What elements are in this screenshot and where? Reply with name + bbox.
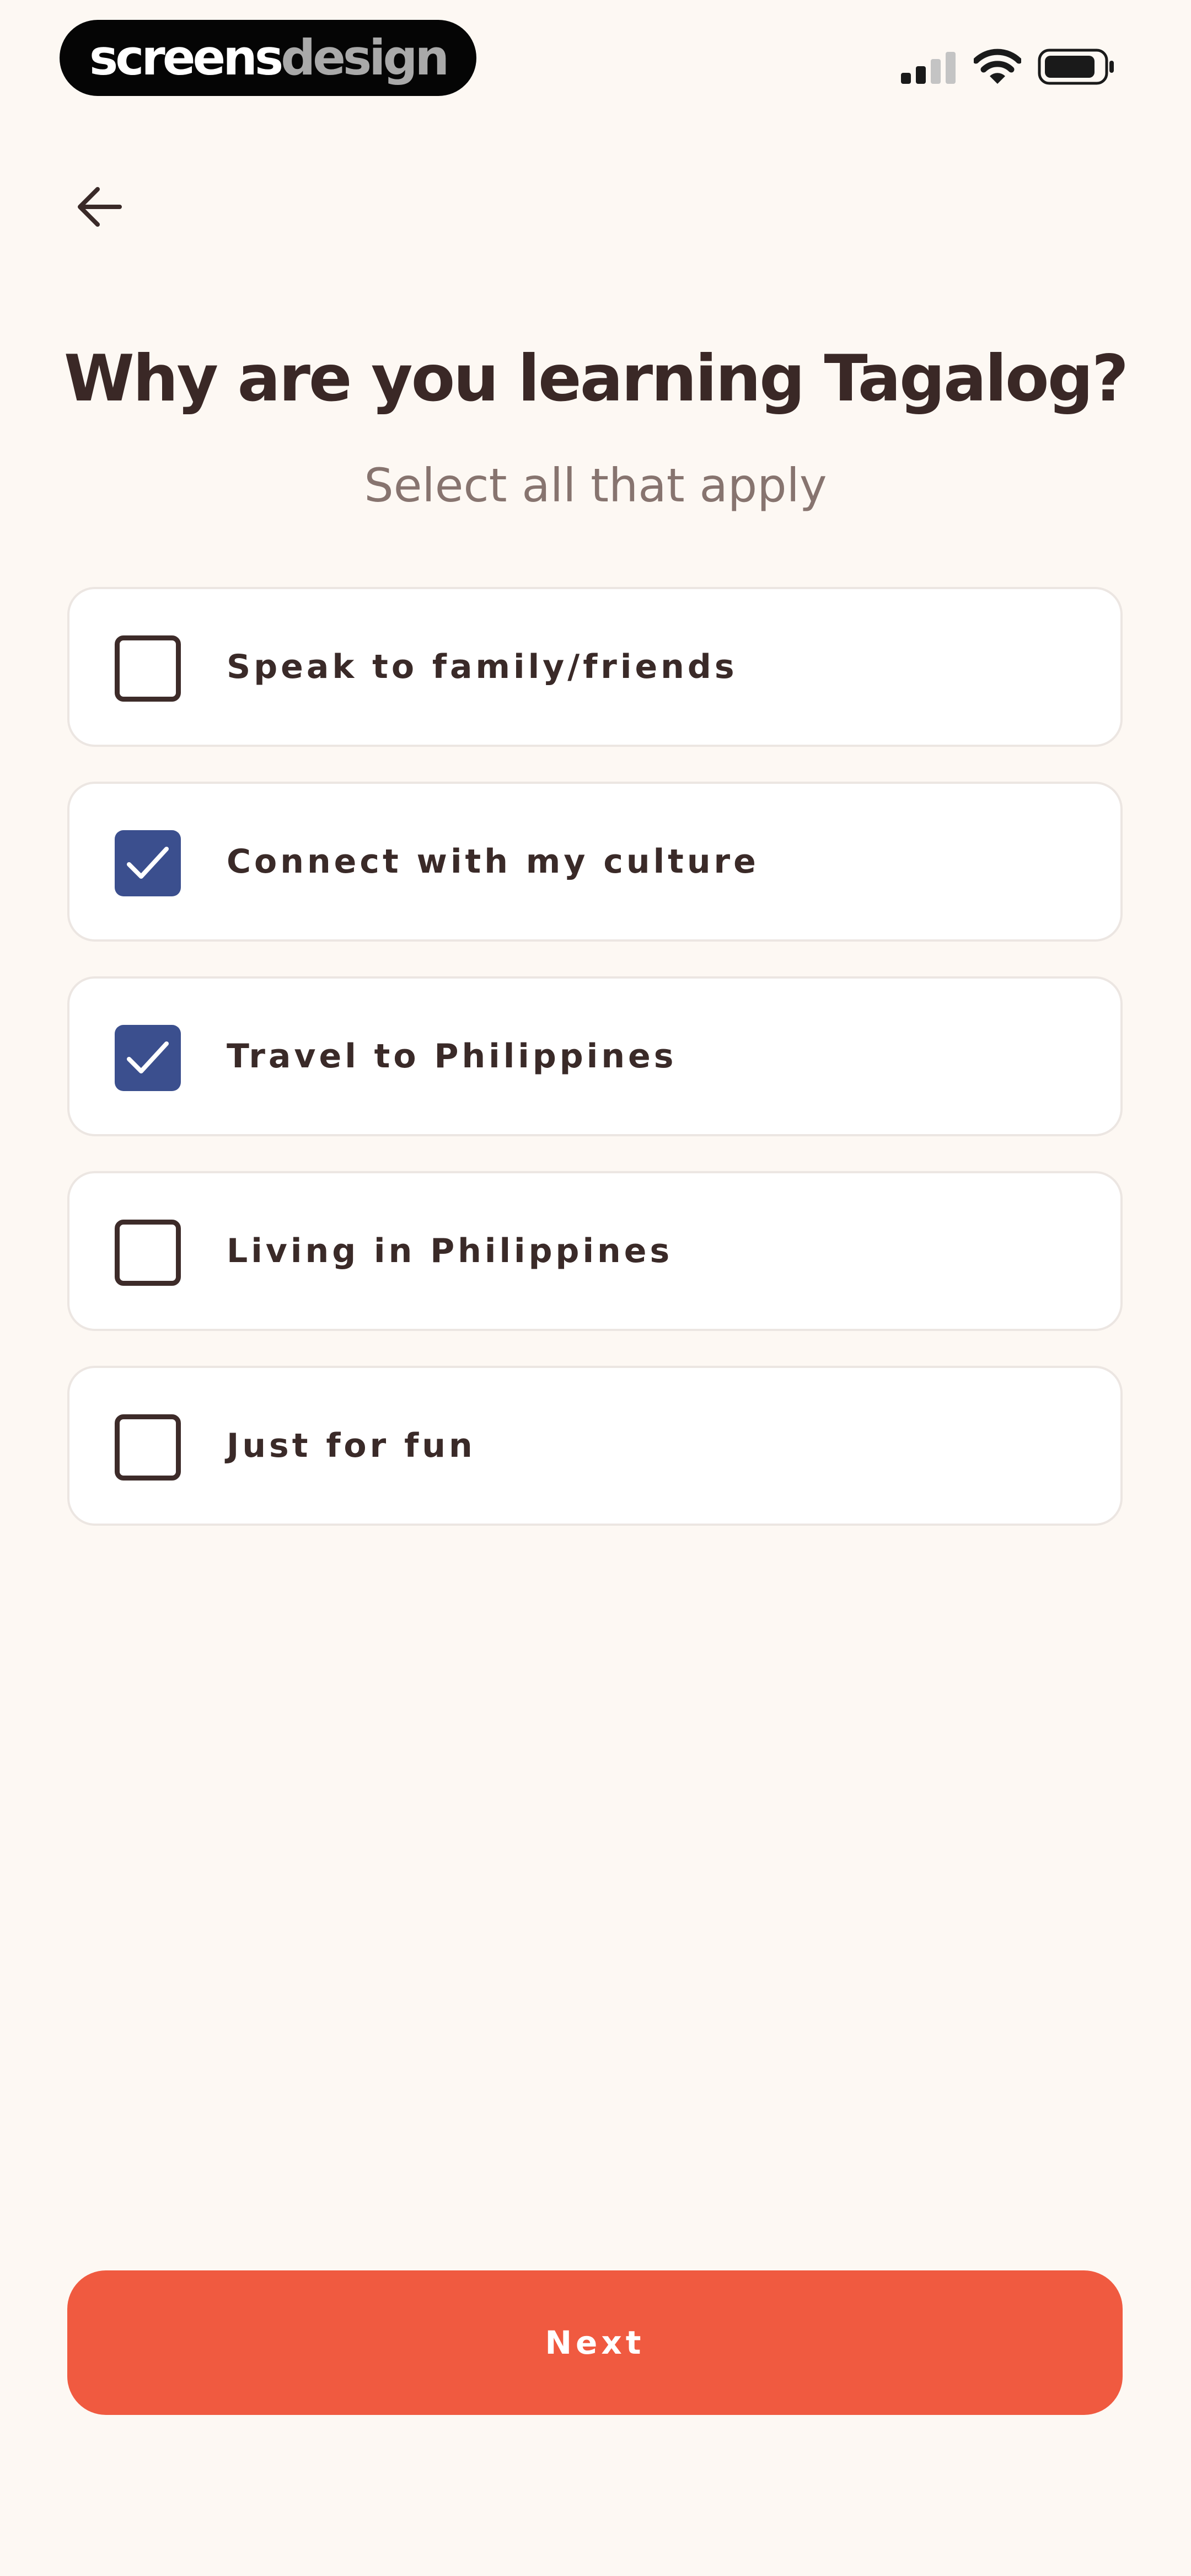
checkbox-unchecked[interactable]: [115, 1414, 181, 1481]
checkmark-icon: [127, 847, 169, 879]
option-living-in-philippines[interactable]: Living in Philippines: [67, 1171, 1123, 1331]
checkbox-unchecked[interactable]: [115, 635, 181, 702]
option-label: Just for fun: [227, 1426, 476, 1465]
option-list: Speak to family/friends Connect with my …: [67, 587, 1123, 1560]
option-label: Living in Philippines: [227, 1232, 673, 1270]
option-label: Speak to family/friends: [227, 648, 738, 686]
checkbox-checked[interactable]: [115, 1025, 181, 1091]
battery-icon: [1038, 49, 1114, 85]
option-speak-to-family[interactable]: Speak to family/friends: [67, 587, 1123, 747]
checkbox-checked[interactable]: [115, 830, 181, 896]
option-label: Travel to Philippines: [227, 1037, 677, 1076]
page-title: Why are you learning Tagalog?: [63, 341, 1129, 416]
logo-text-screens: screens: [89, 29, 283, 86]
screensdesign-logo: screens design: [60, 20, 476, 96]
next-button[interactable]: Next: [67, 2270, 1123, 2415]
page-subtitle: Select all that apply: [364, 458, 827, 512]
checkbox-unchecked[interactable]: [115, 1220, 181, 1286]
option-connect-with-culture[interactable]: Connect with my culture: [67, 782, 1123, 942]
option-travel-to-philippines[interactable]: Travel to Philippines: [67, 976, 1123, 1136]
option-just-for-fun[interactable]: Just for fun: [67, 1366, 1123, 1526]
status-bar: screens design: [0, 0, 1191, 121]
option-label: Connect with my culture: [227, 842, 759, 881]
wifi-icon: [974, 49, 1021, 84]
back-button[interactable]: [69, 177, 130, 237]
cellular-signal-icon: [901, 52, 956, 84]
checkmark-icon: [127, 1041, 169, 1073]
arrow-left-icon: [78, 187, 122, 227]
logo-text-design: design: [281, 29, 449, 86]
